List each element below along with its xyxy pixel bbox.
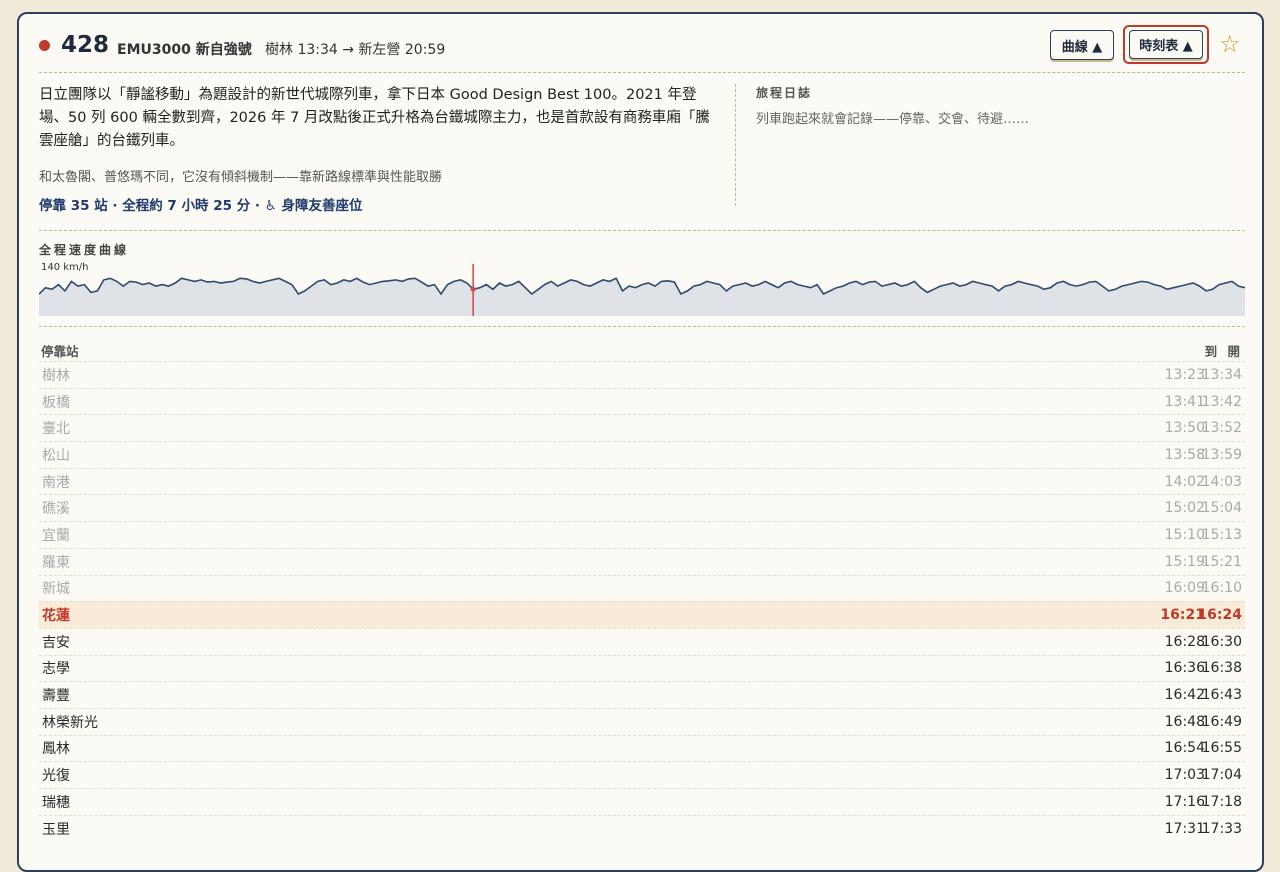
curve-title: 全程速度曲線	[39, 243, 130, 257]
timetable-row[interactable]: 松山 13:58 13:59	[39, 441, 1245, 468]
departure-time: 13:59	[1201, 446, 1242, 463]
station-name: 羅東	[42, 554, 70, 571]
arrival-time: 17:31	[1164, 820, 1205, 837]
divider-vertical	[735, 84, 736, 206]
departure-time: 13:52	[1201, 420, 1242, 437]
station-name: 志學	[42, 661, 70, 678]
arrival-time: 13:23	[1164, 366, 1205, 383]
timetable-row[interactable]: 樹林 13:23 13:34	[39, 361, 1245, 388]
station-name: 吉安	[42, 634, 70, 651]
departure-time: 16:38	[1201, 660, 1242, 677]
arrival-time: 15:10	[1164, 526, 1205, 543]
departure-time: 16:10	[1201, 580, 1242, 597]
timetable-header-times: 到 開	[1204, 344, 1240, 359]
arrival-time: 14:02	[1164, 473, 1205, 490]
station-name: 壽豐	[42, 688, 70, 705]
train-route: 樹林 13:34 → 新左營 20:59	[265, 42, 446, 58]
arrival-time: 15:19	[1164, 553, 1205, 570]
arrival-time: 16:36	[1164, 660, 1205, 677]
timetable-row[interactable]: 礁溪 15:02 15:04	[39, 494, 1245, 521]
arrival-time: 13:41	[1164, 393, 1205, 410]
timetable-row[interactable]: 羅東 15:19 15:21	[39, 547, 1245, 575]
departure-time: 17:33	[1201, 820, 1242, 837]
station-name: 鳳林	[42, 741, 70, 758]
arrival-time: 16:48	[1164, 713, 1205, 730]
timetable-button-focus-ring: 時刻表 ▲	[1123, 25, 1209, 64]
timetable-row[interactable]: 志學 16:36 16:38	[39, 654, 1245, 682]
arrival-time: 13:50	[1164, 420, 1205, 437]
station-name: 樹林	[42, 367, 70, 384]
arrival-time: 17:03	[1164, 767, 1205, 784]
station-name: 礁溪	[42, 501, 70, 518]
arrival-time: 15:02	[1164, 500, 1205, 517]
journal-text: 列車跑起來就會記錄——停靠、交會、待避……	[756, 112, 1030, 127]
station-name: 林榮新光	[42, 714, 98, 731]
station-name: 光復	[42, 768, 70, 785]
timetable-toggle-button[interactable]: 時刻表 ▲	[1129, 30, 1203, 59]
timetable-row[interactable]: 宜蘭 15:10 15:13	[39, 521, 1245, 548]
speed-curve-chart	[39, 264, 1245, 316]
station-name: 宜蘭	[42, 527, 70, 544]
arrival-time: 16:54	[1164, 740, 1205, 757]
train-card: 428 EMU3000 新自強號 樹林 13:34 → 新左營 20:59 曲線…	[17, 12, 1264, 872]
status-dot-icon	[39, 40, 50, 51]
departure-time: 16:43	[1201, 687, 1242, 704]
timetable-row[interactable]: 臺北 13:50 13:52	[39, 414, 1245, 441]
arrival-time: 17:16	[1164, 793, 1205, 810]
timetable-row[interactable]: 新城 16:09 16:10	[39, 574, 1245, 602]
station-name: 板橋	[42, 394, 70, 411]
arrival-time: 13:58	[1164, 446, 1205, 463]
departure-time: 16:55	[1201, 740, 1242, 757]
departure-time: 13:34	[1201, 366, 1242, 383]
timetable-row[interactable]: 南港 14:02 14:03	[39, 467, 1245, 495]
train-subtitle: 和太魯閣、普悠瑪不同，它沒有傾斜機制——靠新路線標準與性能取勝	[39, 170, 443, 185]
arrival-time: 16:28	[1164, 633, 1205, 650]
train-description: 日立團隊以「靜謐移動」為題設計的新世代城際列車，拿下日本 Good Design…	[39, 87, 710, 149]
train-header: 428 EMU3000 新自強號 樹林 13:34 → 新左營 20:59 曲線…	[19, 14, 1262, 72]
timetable-row[interactable]: 壽豐 16:42 16:43	[39, 681, 1245, 708]
timetable-row[interactable]: 花蓮 16:21 16:24	[39, 601, 1245, 628]
station-name: 臺北	[42, 421, 70, 438]
timetable-row[interactable]: 鳳林 16:54 16:55	[39, 734, 1245, 762]
timetable-row[interactable]: 玉里 17:31 17:33	[39, 814, 1245, 842]
timetable-row[interactable]: 林榮新光 16:48 16:49	[39, 707, 1245, 735]
departure-time: 16:30	[1201, 633, 1242, 650]
train-number: 428	[61, 32, 110, 58]
station-name: 松山	[42, 447, 70, 464]
timetable-row[interactable]: 吉安 16:28 16:30	[39, 627, 1245, 655]
timetable-row[interactable]: 板橋 13:41 13:42	[39, 387, 1245, 415]
divider	[39, 72, 1245, 73]
timetable-row[interactable]: 光復 17:03 17:04	[39, 761, 1245, 788]
curve-toggle-button[interactable]: 曲線 ▲	[1050, 30, 1114, 60]
timetable-list: 樹林 13:23 13:34 板橋 13:41 13:42 臺北 13:50 13:52 松山 13…	[39, 361, 1245, 841]
station-name: 新城	[42, 581, 70, 598]
station-name: 瑞穗	[42, 794, 70, 811]
station-name: 南港	[42, 474, 70, 491]
journal-title: 旅程日誌	[756, 86, 813, 100]
station-name: 玉里	[42, 821, 70, 838]
train-meta: 停靠 35 站 · 全程約 7 小時 25 分 · ♿ 身障友善座位	[39, 198, 363, 214]
departure-time: 13:42	[1201, 393, 1242, 410]
divider	[39, 326, 1245, 327]
departure-time: 17:18	[1201, 793, 1242, 810]
divider	[39, 230, 1245, 231]
timetable-header-station: 停靠站	[41, 344, 79, 359]
departure-time: 16:24	[1197, 607, 1242, 624]
favorite-star-icon[interactable]: ☆	[1219, 30, 1241, 58]
arrival-time: 16:42	[1164, 687, 1205, 704]
train-type: EMU3000 新自強號	[117, 42, 252, 58]
departure-time: 17:04	[1201, 767, 1242, 784]
station-name: 花蓮	[42, 608, 70, 625]
departure-time: 16:49	[1201, 713, 1242, 730]
arrival-time: 16:09	[1164, 580, 1205, 597]
current-position-dot	[470, 286, 476, 292]
timetable-row[interactable]: 瑞穗 17:16 17:18	[39, 788, 1245, 815]
departure-time: 14:03	[1201, 473, 1242, 490]
departure-time: 15:04	[1201, 500, 1242, 517]
departure-time: 15:21	[1201, 553, 1242, 570]
departure-time: 15:13	[1201, 526, 1242, 543]
